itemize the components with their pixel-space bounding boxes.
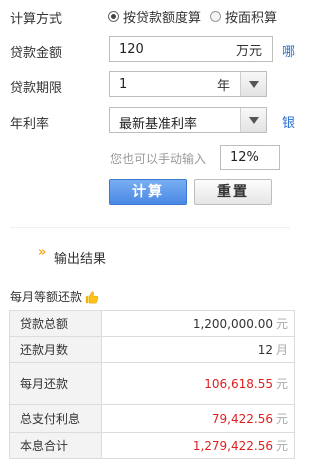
manual-rate-value: 12% [230, 150, 259, 165]
rate-dropdown-button[interactable] [240, 108, 266, 132]
result-label: 本息合计 [9, 432, 102, 459]
result-unit: 元 [275, 317, 288, 331]
result-label: 贷款总额 [9, 310, 102, 337]
result-table: 贷款总额 1,200,000.00 元还款月数 12 月每月还款 106,618.55 元总… [9, 310, 295, 459]
result-unit: 元 [275, 439, 288, 453]
table-row: 本息合计 1,279,422.56 元 [9, 432, 295, 459]
result-unit: 月 [275, 343, 288, 357]
loan-amount-row: 贷款金额 120 万元 哪 [0, 34, 296, 64]
loan-term-unit: 年 [216, 79, 230, 94]
radio-by-area-label: 按面积算 [225, 11, 278, 26]
rate-label: 年利率 [10, 117, 50, 132]
result-value-cell: 1,200,000.00 元 [101, 310, 295, 337]
result-value: 1,200,000.00 [192, 317, 273, 331]
loan-amount-help-link[interactable]: 哪 [282, 41, 295, 60]
result-label: 还款月数 [9, 336, 102, 363]
reset-button[interactable]: 重置 [194, 179, 272, 205]
result-value-cell: 79,422.56 元 [101, 404, 295, 433]
rate-select[interactable]: 最新基准利率 [109, 107, 267, 133]
section-title: 每月等额还款 [10, 288, 99, 305]
thumbs-up-icon [85, 290, 99, 303]
table-row: 还款月数 12 月 [9, 336, 295, 363]
result-value-cell: 106,618.55 元 [101, 362, 295, 405]
result-value: 106,618.55 [204, 377, 273, 391]
loan-term-row: 贷款期限 1 年 [0, 69, 296, 99]
chevron-down-icon [249, 117, 259, 124]
manual-rate-input[interactable]: 12% [220, 145, 280, 170]
result-value-cell: 1,279,422.56 元 [101, 432, 295, 459]
rate-selected-value: 最新基准利率 [119, 117, 198, 132]
result-label: 总支付利息 [9, 404, 102, 433]
result-value: 79,422.56 [211, 412, 273, 426]
divider [10, 227, 290, 228]
result-value-cell: 12 月 [101, 336, 295, 363]
chevron-down-icon [249, 81, 259, 88]
manual-rate-hint: 您也可以手动输入 [110, 152, 207, 166]
calc-method-row: 计算方式 按贷款额度算 按面积算 [0, 2, 296, 32]
result-unit: 元 [275, 412, 288, 426]
radio-by-loan-amount[interactable]: 按贷款额度算 [108, 7, 201, 26]
loan-amount-label: 贷款金额 [10, 46, 63, 61]
rate-row: 年利率 最新基准利率 银 [0, 105, 296, 135]
table-row: 贷款总额 1,200,000.00 元 [9, 310, 295, 337]
radio-by-area[interactable]: 按面积算 [210, 7, 277, 26]
loan-term-dropdown-button[interactable] [240, 72, 266, 96]
result-value: 12 [257, 343, 273, 357]
output-heading: 输出结果 [54, 252, 107, 267]
loan-amount-input[interactable]: 120 万元 [109, 36, 273, 62]
calculate-button[interactable]: 计算 [109, 179, 187, 205]
loan-amount-unit: 万元 [235, 44, 262, 59]
loan-amount-value: 120 [119, 42, 144, 57]
result-value: 1,279,422.56 [192, 439, 273, 453]
loan-term-select[interactable]: 1 年 [109, 71, 267, 97]
loan-term-value: 1 [119, 77, 128, 92]
calc-method-label: 计算方式 [10, 12, 63, 27]
radio-by-loan-amount-label: 按贷款额度算 [123, 11, 202, 26]
loan-term-label: 贷款期限 [10, 81, 63, 96]
table-row: 每月还款 106,618.55 元 [9, 362, 295, 405]
section-title-text: 每月等额还款 [10, 290, 83, 304]
radio-selected-icon[interactable] [108, 11, 119, 22]
table-row: 总支付利息 79,422.56 元 [9, 404, 295, 433]
result-label: 每月还款 [9, 362, 102, 405]
radio-unselected-icon[interactable] [210, 11, 221, 22]
rate-help-link[interactable]: 银 [282, 112, 295, 131]
double-chevron-right-icon: » [38, 245, 47, 260]
result-unit: 元 [275, 377, 288, 391]
